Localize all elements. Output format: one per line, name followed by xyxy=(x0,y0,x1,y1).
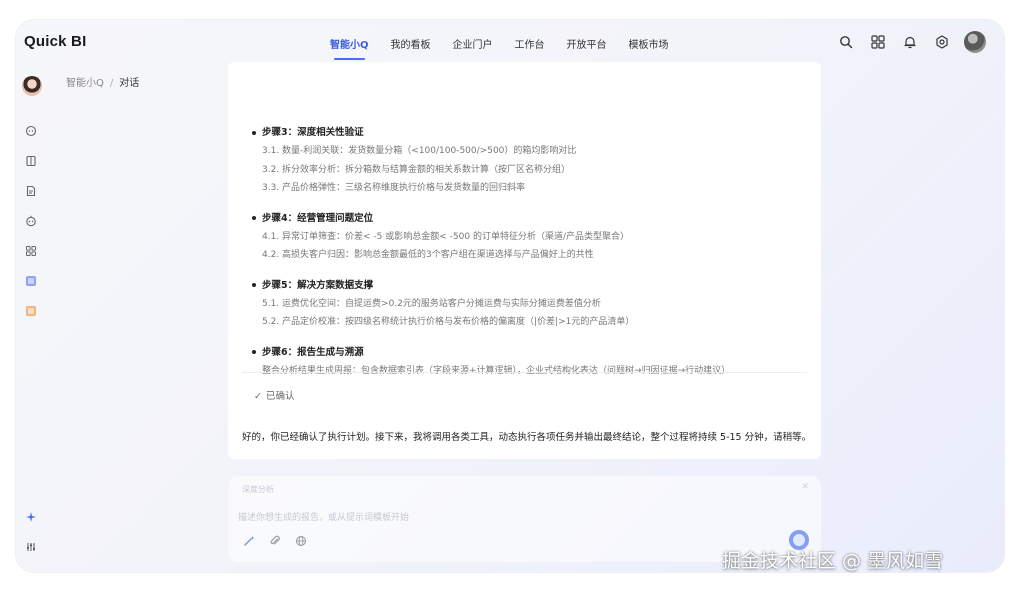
step-line: 3.1. 数量-利润关联：发货数量分箱（<100/100-500/>500）的箱… xyxy=(262,146,577,156)
confirmed-status: ✓ 已确认 xyxy=(254,391,295,402)
step-line: 4.2. 高损失客户归因：影响总金额最低的3个客户组在渠道选择与产品偏好上的共性 xyxy=(262,250,594,260)
nav-item-workbench[interactable]: 工作台 xyxy=(515,36,545,51)
step-line: 5.2. 产品定价校准：按四级名称统计执行价格与发布价格的偏离度（|价差|>1元… xyxy=(262,317,635,327)
divider xyxy=(242,372,807,373)
nav-item-my-dashboards[interactable]: 我的看板 xyxy=(391,36,431,51)
breadcrumb-separator: / xyxy=(109,78,114,89)
sparkle-icon[interactable] xyxy=(24,510,38,524)
step-title: 步骤6：报告生成与溯源 xyxy=(252,344,800,362)
globe-icon[interactable] xyxy=(294,534,308,548)
attachment-icon[interactable] xyxy=(268,534,282,548)
magic-wand-icon[interactable] xyxy=(242,534,256,548)
assistant-message-card: 步骤3：深度相关性验证 3.1. 数量-利润关联：发货数量分箱（<100/100… xyxy=(228,62,821,459)
step-title: 步骤3：深度相关性验证 xyxy=(252,124,800,142)
nav-item-template-market[interactable]: 模板市场 xyxy=(629,36,669,51)
nav-item-smart-q[interactable]: 智能小Q xyxy=(330,36,369,60)
nav-item-open-platform[interactable]: 开放平台 xyxy=(567,36,607,51)
step-line: 3.3. 产品价格弹性：三级名称维度执行价格与发货数量的回归斜率 xyxy=(262,183,526,193)
app-window: Quick BI 智能小Q 我的看板 企业门户 工作台 开放平台 模板市场 智能… xyxy=(16,20,1004,572)
mode-badge[interactable]: 深度分析 xyxy=(242,485,274,494)
grid-icon[interactable] xyxy=(24,244,38,258)
assistant-avatar[interactable] xyxy=(22,76,42,96)
plan-step: 步骤3：深度相关性验证 3.1. 数量-利润关联：发货数量分箱（<100/100… xyxy=(252,124,800,198)
app-logo[interactable]: Quick BI xyxy=(24,33,86,50)
plan-step: 步骤6：报告生成与溯源 整合分析结果生成周报：包含数据索引表（字段来源+计算逻辑… xyxy=(252,344,800,381)
mode-row: 深度分析 xyxy=(242,484,282,495)
plan-step: 步骤5：解决方案数据支撑 5.1. 运费优化空间：自提运费>0.2元的服务站客户… xyxy=(252,277,800,332)
plan-step: 步骤4：经营管理问题定位 4.1. 异常订单筛查：价差< -5 或影响总金额< … xyxy=(252,210,800,265)
header-actions xyxy=(824,31,986,53)
check-icon: ✓ xyxy=(254,391,262,402)
search-icon[interactable] xyxy=(836,32,856,52)
bell-icon[interactable] xyxy=(900,32,920,52)
step-line: 整合分析结果生成周报：包含数据索引表（字段来源+计算逻辑），企业式结构化表达（问… xyxy=(262,365,731,376)
breadcrumb-current: 对话 xyxy=(119,78,140,89)
step-line: 5.1. 运费优化空间：自提运费>0.2元的服务站客户分摊运费与实际分摊运费差值… xyxy=(262,298,601,309)
book-icon[interactable] xyxy=(24,154,38,168)
step-line: 3.2. 拆分效率分析：拆分箱数与结算金额的相关系数计算（按厂区名称分组） xyxy=(262,164,571,175)
step-line: 4.1. 异常订单筛查：价差< -5 或影响总金额< -500 的订单特征分析（… xyxy=(262,231,629,242)
bot-icon[interactable] xyxy=(24,214,38,228)
close-icon[interactable]: ✕ xyxy=(801,482,809,492)
main-nav: 智能小Q 我的看板 企业门户 工作台 开放平台 模板市场 xyxy=(330,36,691,60)
gift-icon[interactable] xyxy=(24,304,38,318)
apps-grid-icon[interactable] xyxy=(868,32,888,52)
image-icon[interactable] xyxy=(24,274,38,288)
top-bar: Quick BI 智能小Q 我的看板 企业门户 工作台 开放平台 模板市场 xyxy=(16,20,1004,66)
assistant-final-message: 好的，你已经确认了执行计划。接下来，我将调用各类工具，动态执行各项任务并输出最终… xyxy=(242,432,812,443)
bullet-dot xyxy=(252,130,256,135)
watermark: 掘金技术社区 @ 墨风如雪 xyxy=(722,550,944,572)
bullet-dot xyxy=(252,216,256,220)
chat-input-placeholder[interactable]: 描述你想生成的报告，或从提示词模板开始 xyxy=(238,510,409,523)
breadcrumb: 智能小Q / 对话 xyxy=(66,74,139,89)
bullet-dot xyxy=(252,350,256,354)
document-icon[interactable] xyxy=(24,184,38,198)
step-title: 步骤5：解决方案数据支撑 xyxy=(252,277,800,295)
bullet-dot xyxy=(252,283,256,287)
gear-icon[interactable] xyxy=(932,32,952,52)
user-avatar[interactable] xyxy=(964,31,986,53)
breadcrumb-root[interactable]: 智能小Q xyxy=(66,78,104,89)
left-rail xyxy=(16,72,46,572)
execution-plan: 步骤3：深度相关性验证 3.1. 数量-利润关联：发货数量分箱（<100/100… xyxy=(252,124,800,392)
step-title: 步骤4：经营管理问题定位 xyxy=(252,210,800,228)
chat-icon[interactable] xyxy=(24,124,38,138)
input-tools xyxy=(242,534,320,548)
nav-item-enterprise-portal[interactable]: 企业门户 xyxy=(453,36,493,51)
sliders-icon[interactable] xyxy=(24,540,38,554)
